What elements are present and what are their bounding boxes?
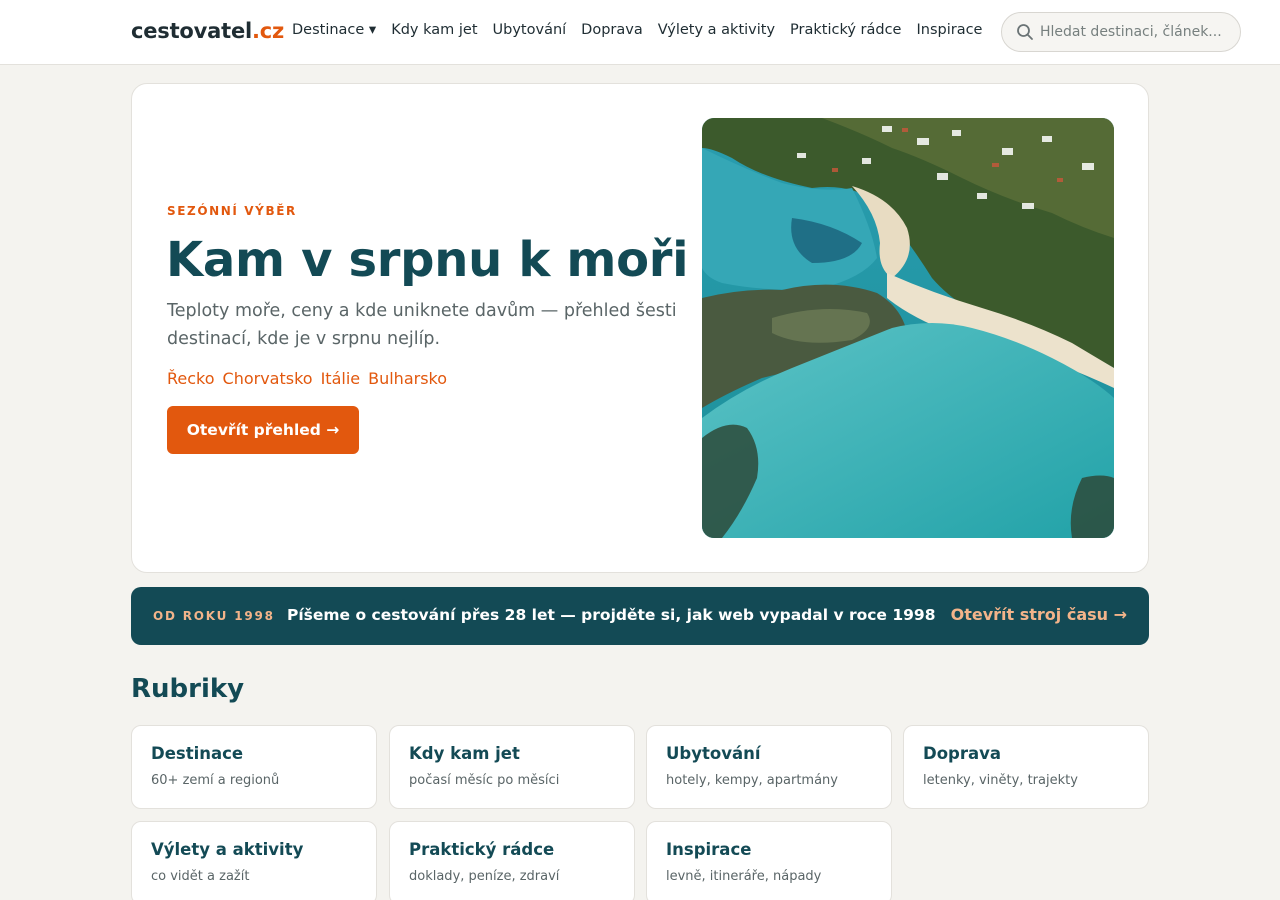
nav-item-vylety[interactable]: Výlety a aktivity (658, 22, 775, 38)
tag-bulharsko[interactable]: Bulharsko (368, 369, 447, 388)
category-card-title: Inspirace (666, 840, 752, 859)
search-box[interactable] (1001, 12, 1241, 52)
site-logo[interactable]: cestovatel.cz (131, 19, 284, 43)
category-card-subtitle: počasí měsíc po měsíci (409, 773, 560, 788)
banner-eyebrow: OD ROKU 1998 (153, 609, 275, 623)
main-navigation: Destinace ▾ Kdy kam jet Ubytování Doprav… (292, 22, 982, 38)
hero-image (702, 118, 1114, 538)
category-card-destinace[interactable]: Destinace 60+ zemí a regionů (131, 725, 377, 809)
hero-eyebrow: SEZÓNNÍ VÝBĚR (167, 204, 297, 218)
category-card-subtitle: co vidět a zažít (151, 869, 250, 884)
category-card-subtitle: hotely, kempy, apartmány (666, 773, 838, 788)
nav-item-destinace[interactable]: Destinace ▾ (292, 22, 376, 38)
category-card-title: Destinace (151, 744, 244, 763)
category-card-ubytovani[interactable]: Ubytování hotely, kempy, apartmány (646, 725, 892, 809)
open-overview-button[interactable]: Otevřít přehled → (167, 406, 359, 454)
category-card-vylety[interactable]: Výlety a aktivity co vidět a zažít (131, 821, 377, 900)
category-card-prakticky-radce[interactable]: Praktický rádce doklady, peníze, zdraví (389, 821, 635, 900)
category-card-title: Praktický rádce (409, 840, 555, 859)
open-time-machine-link[interactable]: Otevřít stroj času → (951, 605, 1127, 624)
category-card-title: Doprava (923, 744, 1002, 763)
tag-recko[interactable]: Řecko (167, 369, 215, 388)
nav-item-doprava[interactable]: Doprava (581, 22, 643, 38)
banner-text: Píšeme o cestování přes 28 let — projdět… (287, 606, 936, 624)
category-card-title: Kdy kam jet (409, 744, 520, 763)
category-card-kdy-kam-jet[interactable]: Kdy kam jet počasí měsíc po měsíci (389, 725, 635, 809)
category-card-title: Ubytování (666, 744, 761, 763)
category-card-inspirace[interactable]: Inspirace levně, itineráře, nápady (646, 821, 892, 900)
category-card-subtitle: 60+ zemí a regionů (151, 773, 280, 788)
category-card-doprava[interactable]: Doprava letenky, viněty, trajekty (903, 725, 1149, 809)
tag-chorvatsko[interactable]: Chorvatsko (223, 369, 313, 388)
time-machine-banner: OD ROKU 1998 Píšeme o cestování přes 28 … (131, 587, 1149, 645)
search-input[interactable] (1040, 24, 1230, 40)
logo-tld: .cz (252, 19, 285, 43)
nav-item-kdy-kam-jet[interactable]: Kdy kam jet (391, 22, 477, 38)
category-card-subtitle: doklady, peníze, zdraví (409, 869, 560, 884)
hero-title: Kam v srpnu k moři (166, 232, 689, 288)
category-card-title: Výlety a aktivity (151, 840, 304, 859)
hero-lead: Teploty moře, ceny a kde uniknete davům … (167, 301, 677, 349)
category-card-subtitle: levně, itineráře, nápady (666, 869, 822, 884)
hero-feature: SEZÓNNÍ VÝBĚR Kam v srpnu k moři Teploty… (131, 83, 1149, 573)
top-navigation-bar: cestovatel.cz Destinace ▾ Kdy kam jet Ub… (0, 0, 1280, 65)
nav-item-prakticky-radce[interactable]: Praktický rádce (790, 22, 901, 38)
tag-italie[interactable]: Itálie (321, 369, 361, 388)
nav-item-inspirace[interactable]: Inspirace (916, 22, 982, 38)
category-card-subtitle: letenky, viněty, trajekty (923, 773, 1078, 788)
hero-tags: Řecko Chorvatsko Itálie Bulharsko (167, 369, 447, 388)
nav-item-ubytovani[interactable]: Ubytování (493, 22, 567, 38)
search-icon (1016, 23, 1034, 41)
categories-heading: Rubriky (131, 674, 245, 704)
logo-name: cestovatel (131, 19, 252, 43)
